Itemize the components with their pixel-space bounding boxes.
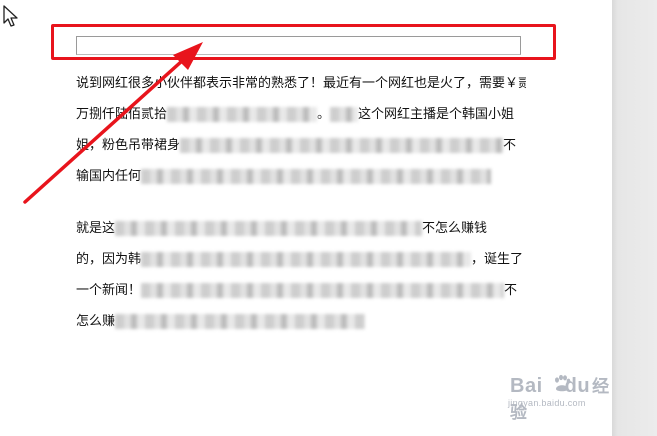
scroll-gutter[interactable]: [612, 0, 657, 436]
paragraph-2-line-1: 就是这 不怎么赚钱: [76, 221, 488, 236]
blurred-text: [141, 169, 492, 184]
paragraph-1-line-3: 姐，粉色吊带裙身不: [76, 138, 517, 153]
blurred-text: [115, 221, 423, 236]
paragraph-2: 就是这 不怎么赚钱 的，因为韩 ，诞生了 一个新闻！不 怎么赚: [76, 213, 526, 337]
blurred-text: [141, 283, 505, 298]
paragraph-1-line-2: 万捌仟陆佰贰拾。这个网红主播是个韩国小姐: [76, 107, 515, 122]
paragraph-2-line-3: 一个新闻！不: [76, 283, 518, 298]
blurred-text: [167, 107, 318, 122]
blurred-text: [330, 107, 359, 122]
baidu-jingyan-watermark: Bai du 经验 jingyan.baidu.com: [500, 372, 615, 423]
mouse-pointer-icon: [3, 5, 18, 27]
blurred-text: [115, 314, 366, 329]
paragraph-2-line-4: 怎么赚: [76, 306, 526, 337]
watermark-url: jingyan.baidu.com: [508, 398, 586, 408]
baidu-paw-icon: [555, 374, 571, 392]
blurred-text: [180, 138, 504, 153]
document-page: 说到网红很多小伙伴都表示非常的熟悉了！最近有一个网红也是火了，需要￥贰 万捌仟陆…: [0, 0, 612, 436]
paragraph-2-line-2: 的，因为韩 ，诞生了: [76, 252, 524, 267]
paragraph-1: 说到网红很多小伙伴都表示非常的熟悉了！最近有一个网红也是火了，需要￥贰 万捌仟陆…: [76, 68, 526, 192]
blurred-text: [141, 252, 472, 267]
paragraph-1-line-1: 说到网红很多小伙伴都表示非常的熟悉了！最近有一个网红也是火了，需要￥贰: [76, 76, 526, 91]
paragraph-1-line-4: 输国内任何: [76, 161, 526, 192]
highlight-box: [51, 24, 556, 60]
